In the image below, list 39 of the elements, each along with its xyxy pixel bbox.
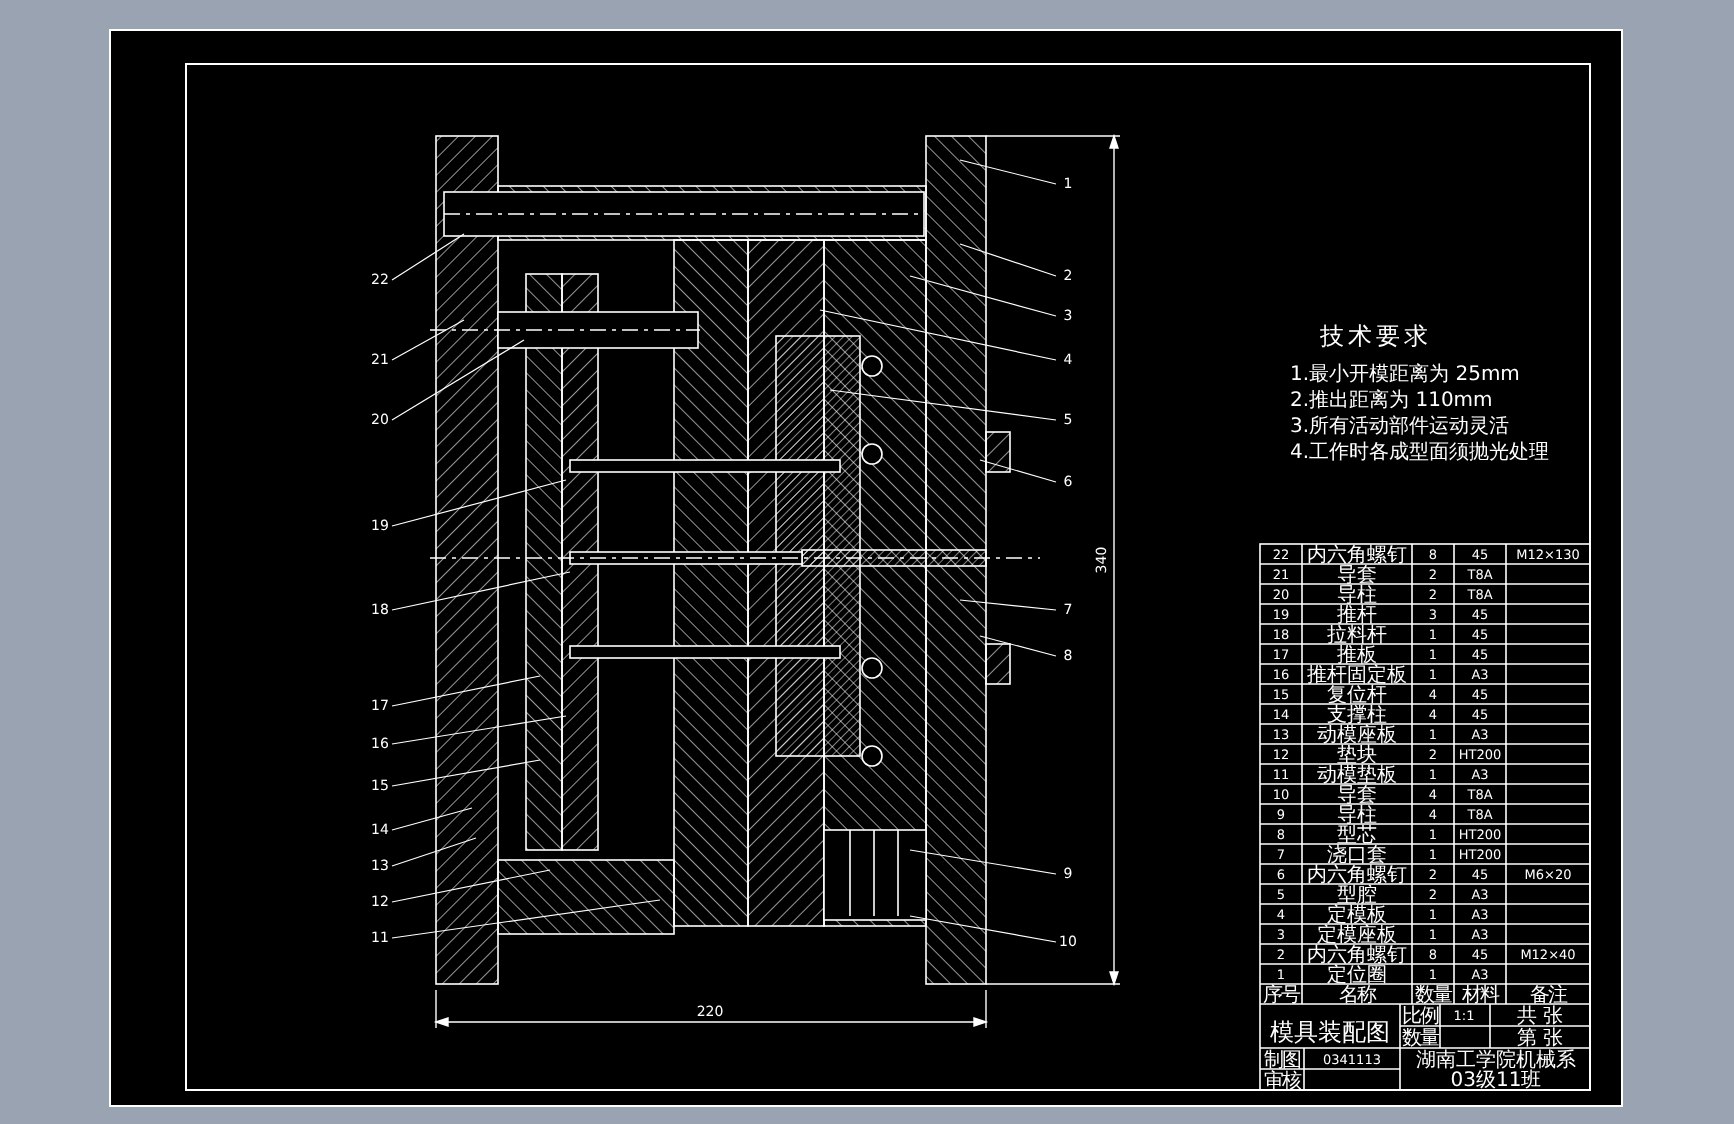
requirement-text: 3.所有活动部件运动灵活 bbox=[1290, 416, 1510, 438]
table-cell: 推杆 bbox=[1337, 605, 1377, 628]
table-cell: 垫块 bbox=[1337, 745, 1377, 768]
table-cell: 复位杆 bbox=[1327, 685, 1387, 708]
table-cell: 型腔 bbox=[1337, 885, 1377, 908]
table-cell: 导套 bbox=[1337, 565, 1377, 588]
requirement-text: 4.工作时各成型面须抛光处理 bbox=[1290, 442, 1550, 464]
table-header: 材料 bbox=[1462, 985, 1498, 1008]
table-cell: 内六角螺钉 bbox=[1307, 545, 1407, 568]
table-header: 数量 bbox=[1415, 985, 1451, 1008]
table-cell: 导套 bbox=[1337, 785, 1377, 808]
table-cell: 动模座板 bbox=[1317, 725, 1397, 748]
requirement-text: 1.最小开模距离为 25mm bbox=[1290, 364, 1520, 386]
sheet-number: 第 张 bbox=[1516, 1028, 1564, 1050]
table-header: 序号 bbox=[1263, 985, 1299, 1008]
table-cell: 定模座板 bbox=[1317, 925, 1397, 948]
table-cell: 推杆固定板 bbox=[1307, 665, 1407, 688]
table-header: 名称 bbox=[1339, 985, 1375, 1008]
table-cell: 动模垫板 bbox=[1317, 765, 1397, 788]
count-label: 数量 bbox=[1402, 1028, 1438, 1050]
table-cell: 导柱 bbox=[1337, 805, 1377, 828]
table-cell: 内六角螺钉 bbox=[1307, 945, 1407, 968]
sheet-total: 共 张 bbox=[1516, 1006, 1564, 1028]
scale-label: 比例 bbox=[1402, 1006, 1438, 1028]
table-cell: 导柱 bbox=[1337, 585, 1377, 608]
requirements-title: 技术要求 bbox=[1320, 322, 1432, 350]
requirement-text: 2.推出距离为 110mm bbox=[1290, 390, 1493, 412]
drawing-title: 模具装配图 bbox=[1270, 1018, 1390, 1046]
table-header: 备注 bbox=[1530, 985, 1566, 1008]
table-cell: 推板 bbox=[1337, 645, 1377, 668]
school-name: 湖南工学院机械系 bbox=[1416, 1050, 1576, 1072]
table-cell: 定位圈 bbox=[1327, 965, 1387, 988]
drawn-by-label: 制图 bbox=[1264, 1050, 1300, 1072]
table-cell: 拉料杆 bbox=[1327, 625, 1387, 648]
table-cell: 浇口套 bbox=[1327, 845, 1387, 868]
table-cell: 型芯 bbox=[1337, 825, 1377, 848]
class-name: 03级11班 bbox=[1450, 1070, 1542, 1092]
checked-by-label: 审核 bbox=[1264, 1071, 1300, 1093]
table-cell: 内六角螺钉 bbox=[1307, 865, 1407, 888]
